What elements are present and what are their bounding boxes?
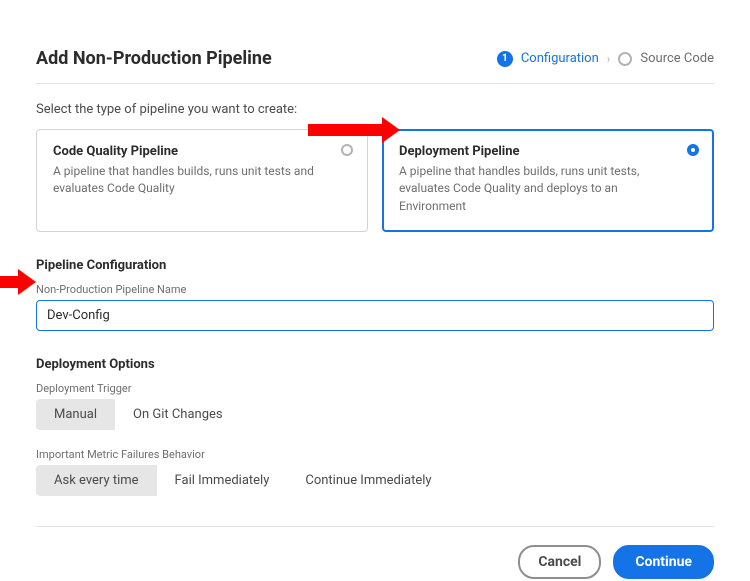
deployment-trigger-segment: Manual On Git Changes xyxy=(36,399,241,430)
continue-button[interactable]: Continue xyxy=(613,545,714,579)
pipeline-name-label: Non-Production Pipeline Name xyxy=(36,283,714,296)
pipeline-type-prompt: Select the type of pipeline you want to … xyxy=(36,102,714,117)
chevron-right-icon: › xyxy=(607,52,611,66)
card-code-quality-pipeline[interactable]: Code Quality Pipeline A pipeline that ha… xyxy=(36,129,368,232)
step-2-label: Source Code xyxy=(640,51,714,66)
cancel-button[interactable]: Cancel xyxy=(518,545,601,579)
card-title: Deployment Pipeline xyxy=(399,144,669,159)
step-2-badge xyxy=(618,52,632,66)
annotation-arrow-icon xyxy=(308,124,384,136)
card-desc: A pipeline that handles builds, runs uni… xyxy=(53,163,323,198)
deployment-trigger-label: Deployment Trigger xyxy=(36,382,714,395)
metric-failures-segment: Ask every time Fail Immediately Continue… xyxy=(36,465,450,496)
metrics-fail-button[interactable]: Fail Immediately xyxy=(157,465,288,496)
trigger-git-button[interactable]: On Git Changes xyxy=(115,399,241,430)
section-deployment-options: Deployment Options xyxy=(36,357,714,372)
card-deployment-pipeline[interactable]: Deployment Pipeline A pipeline that hand… xyxy=(382,129,714,232)
stepper: 1 Configuration › Source Code xyxy=(497,51,714,67)
radio-selected-icon xyxy=(687,144,699,156)
trigger-manual-button[interactable]: Manual xyxy=(36,399,115,430)
step-1-label[interactable]: Configuration xyxy=(521,51,599,66)
card-title: Code Quality Pipeline xyxy=(53,144,323,159)
metrics-ask-button[interactable]: Ask every time xyxy=(36,465,157,496)
pipeline-name-input[interactable] xyxy=(36,300,714,331)
card-desc: A pipeline that handles builds, runs uni… xyxy=(399,163,669,215)
metrics-continue-button[interactable]: Continue Immediately xyxy=(287,465,449,496)
metric-failures-label: Important Metric Failures Behavior xyxy=(36,448,714,461)
page-title: Add Non-Production Pipeline xyxy=(36,48,272,69)
step-1-badge: 1 xyxy=(497,51,513,67)
section-pipeline-configuration: Pipeline Configuration xyxy=(36,258,714,273)
annotation-arrow-icon xyxy=(0,276,20,288)
radio-icon xyxy=(341,144,353,156)
